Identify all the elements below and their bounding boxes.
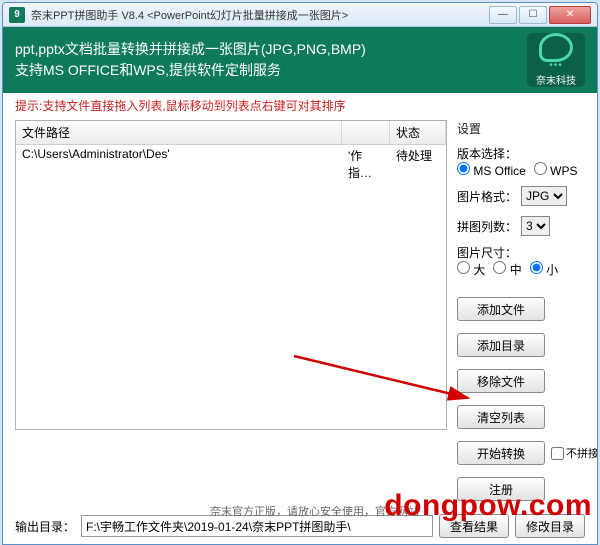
version-group: 版本选择： MS Office WPS [457,145,585,178]
remove-file-button[interactable]: 移除文件 [457,369,545,393]
start-row: 开始转换 不拼接 [457,438,585,468]
radio-size-big[interactable]: 大 [457,261,485,278]
banner-line1: ppt,pptx文档批量转换并拼接成一张图片(JPG,PNG,BMP) [15,39,519,60]
settings-panel: 设置 版本选择： MS Office WPS 图片格式： JPG 拼图列数： 3 [457,120,585,504]
cols-group: 拼图列数： 3 [457,216,585,236]
brand-logo: ••• 奈末科技 [527,33,585,87]
add-dir-button[interactable]: 添加目录 [457,333,545,357]
app-icon: 9 [9,7,25,23]
col-header-path[interactable]: 文件路径 [16,121,342,144]
size-label: 图片尺寸： [457,244,585,261]
size-group: 图片尺寸： 大 中 小 [457,244,585,278]
radio-small-label: 小 [546,263,558,277]
no-merge-checkbox[interactable]: 不拼接 [551,445,598,461]
banner-text: ppt,pptx文档批量转换并拼接成一张图片(JPG,PNG,BMP) 支持MS… [15,39,519,81]
banner: ppt,pptx文档批量转换并拼接成一张图片(JPG,PNG,BMP) 支持MS… [3,27,597,93]
format-label: 图片格式： [457,188,517,205]
radio-mid-label: 中 [510,263,522,277]
brand-name: 奈末科技 [536,72,576,87]
cell-path: C:\Users\Administrator\Des' [16,145,342,183]
output-label: 输出目录： [15,518,75,535]
hint-text: 提示:支持文件直接拖入列表,鼠标移动到列表点右键可对其排序 [3,93,597,120]
format-group: 图片格式： JPG [457,186,585,206]
radio-wps[interactable]: WPS [534,162,578,178]
clear-list-button[interactable]: 清空列表 [457,405,545,429]
add-file-button[interactable]: 添加文件 [457,297,545,321]
window-title: 奈末PPT拼图助手 V8.4 <PowerPoint幻灯片批量拼接成一张图片> [31,7,489,23]
radio-msoffice[interactable]: MS Office [457,162,526,178]
content-area: 文件路径 状态 C:\Users\Administrator\Des' '作指…… [3,120,597,510]
maximize-button[interactable]: ☐ [519,6,547,24]
cols-label: 拼图列数： [457,218,517,235]
banner-line2: 支持MS OFFICE和WPS,提供软件定制服务 [15,60,519,81]
window-controls: — ☐ ✕ [489,6,591,24]
close-button[interactable]: ✕ [549,6,591,24]
version-label: 版本选择： [457,145,585,162]
cell-status: 待处理 [390,145,446,183]
col-header-status[interactable]: 状态 [390,121,446,144]
settings-title: 设置 [457,120,585,137]
col-header-author[interactable] [342,121,390,144]
radio-size-mid[interactable]: 中 [493,261,521,278]
cell-author: '作指… [342,145,390,183]
logo-nine-icon [539,33,573,62]
radio-big-label: 大 [473,263,485,277]
titlebar: 9 奈末PPT拼图助手 V8.4 <PowerPoint幻灯片批量拼接成一张图片… [3,3,597,27]
cols-select[interactable]: 3 [521,216,550,236]
format-select[interactable]: JPG [521,186,567,206]
radio-msoffice-label: MS Office [473,164,525,178]
list-header: 文件路径 状态 [16,121,446,145]
no-merge-label: 不拼接 [566,445,598,461]
minimize-button[interactable]: — [489,6,517,24]
list-body[interactable]: C:\Users\Administrator\Des' '作指… 待处理 [16,145,446,429]
radio-size-small[interactable]: 小 [530,261,558,278]
app-window: 9 奈末PPT拼图助手 V8.4 <PowerPoint幻灯片批量拼接成一张图片… [2,2,598,545]
radio-wps-label: WPS [550,164,577,178]
start-convert-button[interactable]: 开始转换 [457,441,545,465]
table-row[interactable]: C:\Users\Administrator\Des' '作指… 待处理 [16,145,446,183]
watermark: dongpow.com [384,489,592,523]
file-list[interactable]: 文件路径 状态 C:\Users\Administrator\Des' '作指…… [15,120,447,430]
